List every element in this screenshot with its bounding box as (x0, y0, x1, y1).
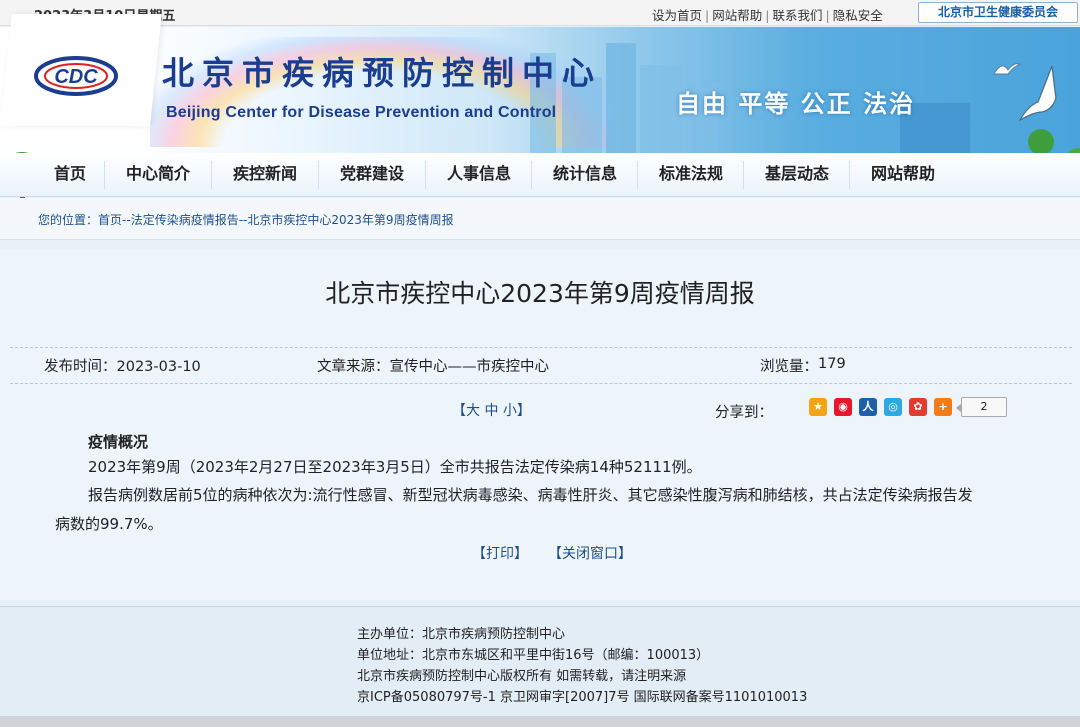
nav-divider (318, 161, 319, 189)
publish-date: 2023-03-10 (116, 359, 201, 375)
source-info: 文章来源：宣传中心——市疾控中心 (317, 355, 549, 376)
breadcrumb-separator: -- (122, 213, 131, 227)
nav-item-standards[interactable]: 标准法规 (643, 153, 739, 197)
nav-divider (743, 161, 744, 189)
nav-item-grassroots[interactable]: 基层动态 (749, 153, 845, 197)
footer-address: 单位地址：北京市东城区和平里中街16号（邮编：100013） (357, 648, 710, 663)
article-paragraph: 报告病例数居前5位的病种依次为:流行性感冒、新型冠状病毒感染、病毒性肝炎、其它感… (88, 486, 973, 504)
nav-item-statistics[interactable]: 统计信息 (537, 153, 633, 197)
share-label: 分享到： (715, 405, 773, 421)
views-count: 179 (818, 356, 846, 372)
kaixin-share-icon[interactable]: ✿ (909, 398, 927, 416)
views-label: 浏览量： (760, 359, 818, 375)
bottom-strip (0, 716, 1080, 727)
building-decoration (606, 43, 636, 153)
source-value: 宣传中心——市疾控中心 (389, 359, 550, 375)
close-window-button[interactable]: 【关闭窗口】 (548, 543, 632, 563)
seagull-icon (1018, 65, 1057, 122)
cdc-logo-text: CDC (54, 66, 98, 88)
breadcrumb-prefix: 您的位置： (38, 213, 99, 227)
nav-item-home[interactable]: 首页 (42, 153, 98, 197)
privacy-link[interactable]: 隐私安全 (833, 8, 883, 23)
top-bar: 2023年3月10日星期五 设为首页|网站帮助|联系我们|隐私安全 北京市卫生健… (0, 0, 1080, 26)
nav-item-party[interactable]: 党群建设 (324, 153, 420, 197)
nav-item-news[interactable]: 疾控新闻 (217, 153, 313, 197)
breadcrumb-home[interactable]: 首页 (98, 213, 122, 227)
main-nav: 首页 中心简介 疾控新闻 党群建设 人事信息 统计信息 标准法规 基层动态 网站… (0, 153, 1080, 197)
renren-share-icon[interactable]: 人 (859, 398, 877, 416)
site-title-english: Beijing Center for Disease Prevention an… (166, 104, 557, 121)
divider (10, 347, 1072, 348)
source-label: 文章来源： (317, 359, 390, 375)
font-size-control[interactable]: 【大 中 小】 (452, 400, 531, 420)
footer-icp: 京ICP备05080797号-1 京卫网审字[2007]7号 国际联网备案号11… (357, 690, 808, 705)
top-links: 设为首页 | 网站帮助 | 联系我们 | 隐私安全 (652, 8, 883, 23)
contact-us-link[interactable]: 联系我们 (772, 8, 822, 23)
set-homepage-link[interactable]: 设为首页 (652, 8, 702, 23)
article-paragraph: 病数的99.7%。 (55, 515, 163, 533)
tencent-weibo-share-icon[interactable]: ◎ (884, 398, 902, 416)
article-title: 北京市疾控中心2023年第9周疫情周报 (325, 279, 755, 308)
nav-item-hr[interactable]: 人事信息 (431, 153, 527, 197)
site-title-chinese: 北京市疾病预防控制中心 (162, 54, 603, 92)
qzone-share-icon[interactable]: ★ (809, 398, 827, 416)
nav-divider (637, 161, 638, 189)
publish-info: 发布时间：2023-03-10 (44, 355, 201, 376)
footer-copyright: 北京市疾病预防控制中心版权所有 如需转载，请注明来源 (357, 669, 687, 684)
breadcrumb-category[interactable]: 法定传染病疫情报告 (131, 213, 239, 227)
divider (10, 383, 1072, 384)
article-paragraph: 2023年第9周（2023年2月27日至2023年3月5日）全市共报告法定传染病… (88, 458, 702, 476)
footer-host: 主办单位：北京市疾病预防控制中心 (357, 627, 566, 642)
views-info: 浏览量：179 (760, 355, 846, 376)
share-count[interactable]: 2 (956, 397, 1007, 417)
nav-divider (531, 161, 532, 189)
nav-divider (104, 161, 105, 189)
publish-label: 发布时间： (44, 359, 117, 375)
cdc-logo-icon[interactable]: CDC (34, 52, 118, 98)
site-help-link[interactable]: 网站帮助 (712, 8, 762, 23)
print-button[interactable]: 【打印】 (472, 543, 528, 563)
breadcrumb: 您的位置：首页--法定传染病疫情报告--北京市疾控中心2023年第9周疫情周报 (0, 198, 1080, 240)
more-share-icon[interactable]: + (934, 398, 952, 416)
footer: 主办单位：北京市疾病预防控制中心 单位地址：北京市东城区和平里中街16号（邮编：… (0, 606, 1080, 717)
section-heading: 疫情概况 (88, 433, 149, 451)
breadcrumb-current[interactable]: 北京市疾控中心2023年第9周疫情周报 (247, 213, 453, 227)
slogan: 自由 平等 公正 法治 (676, 90, 916, 118)
nav-item-help[interactable]: 网站帮助 (855, 153, 951, 197)
nav-item-about[interactable]: 中心简介 (110, 153, 206, 197)
nav-divider (849, 161, 850, 189)
nav-divider (211, 161, 212, 189)
nav-divider (425, 161, 426, 189)
article-panel: 北京市疾控中心2023年第9周疫情周报 发布时间：2023-03-10 文章来源… (0, 250, 1080, 600)
weibo-share-icon[interactable]: ◉ (834, 398, 852, 416)
health-commission-link[interactable]: 北京市卫生健康委员会 (918, 2, 1078, 23)
